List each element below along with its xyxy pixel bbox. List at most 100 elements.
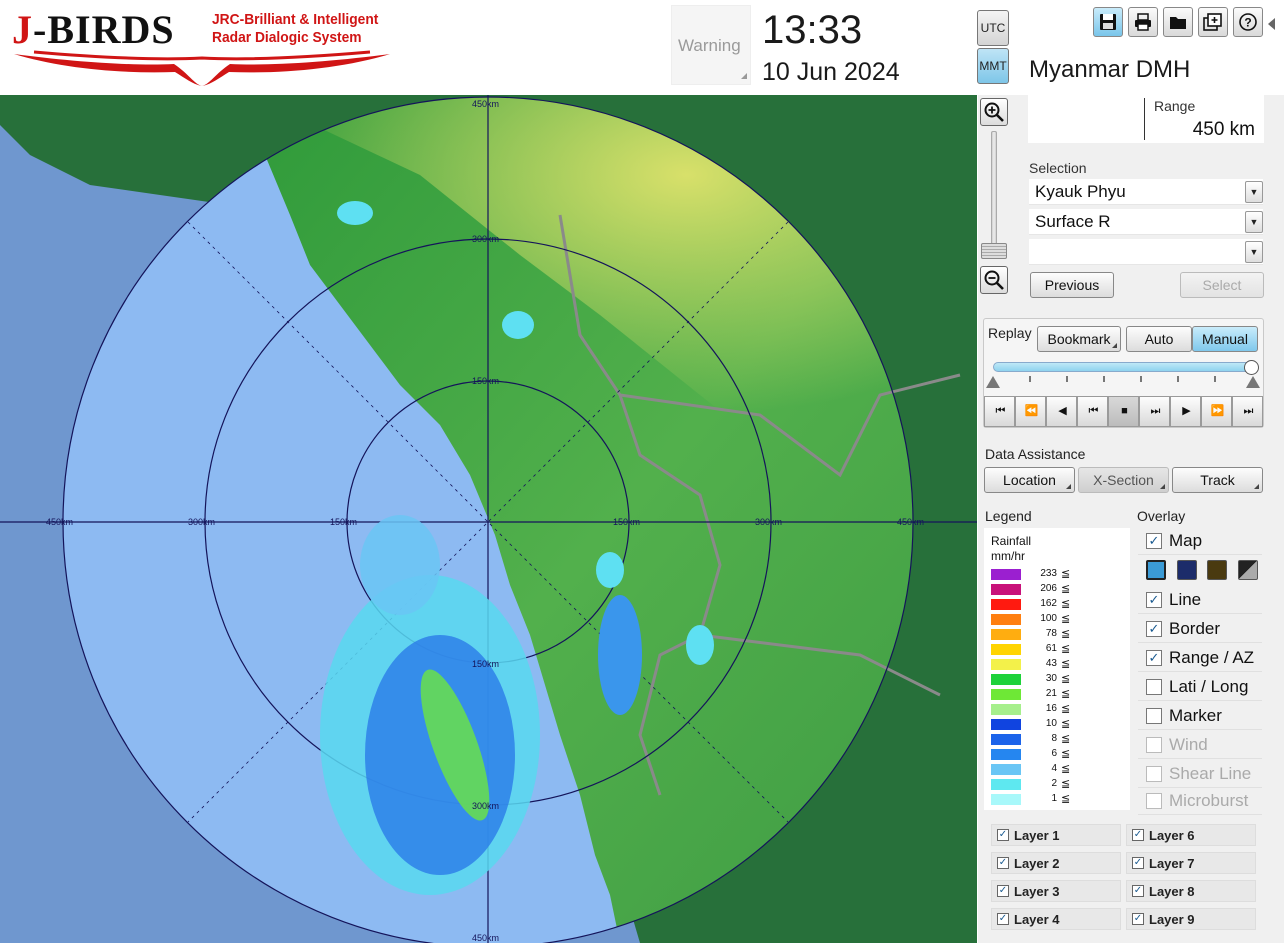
layer-item[interactable]: ✓ Layer 1: [991, 824, 1121, 846]
mmt-toggle-button[interactable]: MMT: [977, 48, 1009, 84]
zoom-in-button[interactable]: [980, 98, 1008, 126]
checkbox[interactable]: ✓: [997, 857, 1009, 869]
checkbox[interactable]: ✓: [1146, 621, 1162, 637]
legend-value: 21: [1045, 688, 1057, 699]
select-button[interactable]: Select: [1180, 272, 1264, 298]
location-button-label: Location: [1003, 472, 1056, 488]
checkbox[interactable]: ✓: [997, 829, 1009, 841]
legend-swatch: [991, 584, 1021, 595]
replay-label: Replay: [988, 325, 1032, 341]
product-select[interactable]: Surface R ▼: [1029, 209, 1263, 235]
auto-button[interactable]: Auto: [1126, 326, 1192, 352]
x-section-button[interactable]: X-Section: [1078, 467, 1169, 493]
step-forward-button[interactable]: ⏭: [1139, 396, 1170, 427]
overlay-item-range-az[interactable]: ✓ Range / AZ: [1138, 645, 1262, 672]
checkbox[interactable]: ✓: [1132, 913, 1144, 925]
track-button[interactable]: Track: [1172, 467, 1263, 493]
location-button[interactable]: Location: [984, 467, 1075, 493]
layer-item[interactable]: ✓ Layer 3: [991, 880, 1121, 902]
zoom-out-button[interactable]: [980, 266, 1008, 294]
stop-button[interactable]: ■: [1108, 396, 1139, 427]
legend-value: 16: [1045, 703, 1057, 714]
legend-symbol: ≦: [1061, 763, 1071, 775]
map-style-color-button[interactable]: [1146, 560, 1166, 580]
layer-item[interactable]: ✓ Layer 7: [1126, 852, 1256, 874]
print-button[interactable]: [1128, 7, 1158, 37]
replay-slider-knob[interactable]: [1244, 360, 1259, 375]
checkbox[interactable]: [1146, 708, 1162, 724]
fast-forward-button[interactable]: ⏩: [1201, 396, 1232, 427]
third-select[interactable]: ▼: [1029, 239, 1263, 265]
legend-symbol: ≦: [1061, 778, 1071, 790]
overlay-item-map[interactable]: ✓ Map: [1138, 528, 1262, 555]
save-button[interactable]: [1093, 7, 1123, 37]
replay-start-marker-icon[interactable]: [986, 376, 1000, 388]
map-style-brown-button[interactable]: [1207, 560, 1227, 580]
layer-item[interactable]: ✓ Layer 6: [1126, 824, 1256, 846]
legend-swatch: [991, 659, 1021, 670]
app-logo-subtitle: JRC-Brilliant & Intelligent Radar Dialog…: [212, 11, 378, 47]
checkbox[interactable]: ✓: [1132, 885, 1144, 897]
radar-map[interactable]: 450km 300km 150km 150km 300km 450km 450k…: [0, 95, 977, 943]
zoom-slider-track[interactable]: [991, 131, 997, 259]
legend-swatch: [991, 689, 1021, 700]
help-button[interactable]: ?: [1233, 7, 1263, 37]
zoom-slider-thumb[interactable]: [981, 243, 1007, 259]
chevron-down-icon[interactable]: ▼: [1245, 241, 1263, 263]
range-label-north-450: 450km: [472, 99, 499, 109]
legend-value: 6: [1051, 748, 1057, 759]
checkbox[interactable]: ✓: [997, 885, 1009, 897]
skip-to-last-button[interactable]: ⏭: [1232, 396, 1263, 427]
svg-text:?: ?: [1244, 16, 1251, 30]
layer-item[interactable]: ✓ Layer 2: [991, 852, 1121, 874]
map-style-mono-button[interactable]: [1238, 560, 1258, 580]
product-select-value: Surface R: [1035, 212, 1111, 231]
chevron-down-icon[interactable]: ▼: [1245, 211, 1263, 233]
overlay-item-line[interactable]: ✓ Line: [1138, 587, 1262, 614]
data-assistance-label: Data Assistance: [985, 446, 1086, 462]
layer-item[interactable]: ✓ Layer 4: [991, 908, 1121, 930]
skip-to-first-button[interactable]: ⏮: [984, 396, 1015, 427]
fast-rewind-button[interactable]: ⏪: [1015, 396, 1046, 427]
legend-value: 10: [1045, 718, 1057, 729]
add-window-button[interactable]: [1198, 7, 1228, 37]
checkbox[interactable]: ✓: [997, 913, 1009, 925]
overlay-item-label: Border: [1169, 619, 1221, 638]
map-style-navy-button[interactable]: [1177, 560, 1197, 580]
overlay-item-border[interactable]: ✓ Border: [1138, 616, 1262, 643]
site-select[interactable]: Kyauk Phyu ▼: [1029, 179, 1263, 205]
legend-swatch: [991, 569, 1021, 580]
overlay-item-marker[interactable]: Marker: [1138, 703, 1262, 730]
open-folder-button[interactable]: [1163, 7, 1193, 37]
range-label-east-300: 300km: [755, 517, 782, 527]
overlay-item-shear-line: Shear Line: [1138, 761, 1262, 788]
play-button[interactable]: ▶: [1170, 396, 1201, 427]
checkbox[interactable]: ✓: [1132, 857, 1144, 869]
overlay-heading: Overlay: [1137, 508, 1186, 524]
chevron-down-icon[interactable]: ▼: [1245, 181, 1263, 203]
legend-swatch: [991, 704, 1021, 715]
previous-button[interactable]: Previous: [1030, 272, 1114, 298]
legend-unit-line1: Rainfall: [991, 534, 1032, 548]
checkbox[interactable]: ✓: [1132, 829, 1144, 841]
layer-item[interactable]: ✓ Layer 8: [1126, 880, 1256, 902]
bookmark-button[interactable]: Bookmark: [1037, 326, 1121, 352]
legend-entry: 1 ≦: [991, 793, 1081, 805]
step-back-button[interactable]: ⏮: [1077, 396, 1108, 427]
play-reverse-button[interactable]: ◀: [1046, 396, 1077, 427]
legend-symbol: ≦: [1061, 598, 1071, 610]
overlay-item-lati-long[interactable]: Lati / Long: [1138, 674, 1262, 701]
legend-swatch: [991, 614, 1021, 625]
collapse-panel-icon[interactable]: [1268, 18, 1275, 30]
checkbox[interactable]: ✓: [1146, 650, 1162, 666]
checkbox[interactable]: ✓: [1146, 592, 1162, 608]
layer-item[interactable]: ✓ Layer 9: [1126, 908, 1256, 930]
checkbox[interactable]: [1146, 679, 1162, 695]
checkbox[interactable]: ✓: [1146, 533, 1162, 549]
utc-toggle-button[interactable]: UTC: [977, 10, 1009, 46]
manual-button[interactable]: Manual: [1192, 326, 1258, 352]
replay-end-marker-icon[interactable]: [1246, 376, 1260, 388]
replay-slider-track[interactable]: [993, 362, 1253, 372]
legend-value: 2: [1051, 778, 1057, 789]
dropdown-corner-icon: [1112, 343, 1117, 348]
